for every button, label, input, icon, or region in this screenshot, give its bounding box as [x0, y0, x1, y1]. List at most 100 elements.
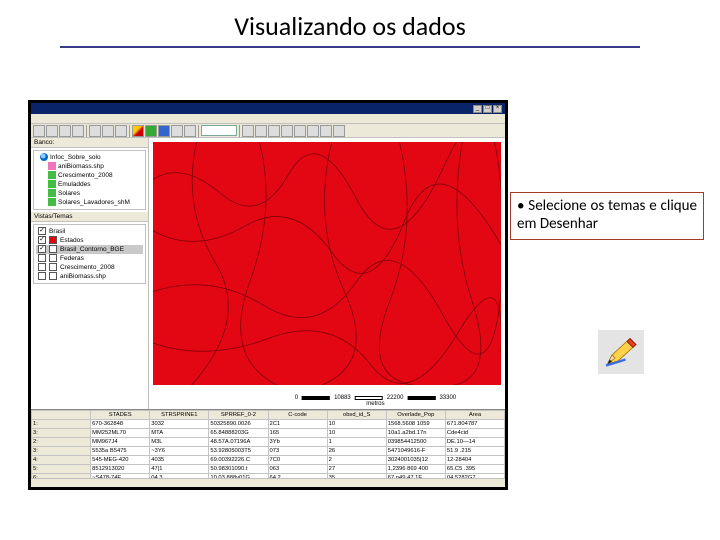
toolbar-icon[interactable]	[145, 125, 157, 137]
toolbar-icon[interactable]	[281, 125, 293, 137]
grid-column-header[interactable]: STRSPRINE1	[150, 411, 209, 420]
grid-column-header[interactable]: STADES	[91, 411, 150, 420]
layer-header[interactable]: ✓ Brasil	[36, 227, 143, 236]
grid-cell: 3032	[150, 420, 209, 429]
table-row[interactable]: 5:851291302047|150.98301090.t063271,2396…	[32, 465, 505, 474]
toolbar-icon[interactable]	[33, 125, 45, 137]
grid-cell: 27	[327, 465, 386, 474]
color-swatch	[49, 263, 57, 271]
grid-cell: 545-MEG-420	[91, 456, 150, 465]
grid-column-header[interactable]: Area	[445, 411, 504, 420]
grid-cell: MTA	[150, 429, 209, 438]
grid-cell: 1,2396 869 400	[386, 465, 445, 474]
tree-item[interactable]: aniBiomass.shp	[36, 162, 143, 171]
draw-icon[interactable]	[132, 125, 144, 137]
toolbar-icon[interactable]	[115, 125, 127, 137]
tree-pane[interactable]: Infoc_Sobre_solo aniBiomass.shp Crescime…	[33, 150, 146, 210]
checkbox[interactable]	[38, 272, 46, 280]
toolbar-field[interactable]	[201, 125, 237, 136]
grid-cell: 47|1	[150, 465, 209, 474]
grid-column-header[interactable]: Overlade_Pop	[386, 411, 445, 420]
table-row[interactable]: 3:5535a B5475~3Y653.92805003T50732654710…	[32, 447, 505, 456]
toolbar-icon[interactable]	[307, 125, 319, 137]
grid-cell: 3Yb	[268, 438, 327, 447]
toolbar-icon[interactable]	[89, 125, 101, 137]
toolbar-icon[interactable]	[320, 125, 332, 137]
layer-row[interactable]: Federas	[36, 254, 143, 263]
checkbox[interactable]: ✓	[38, 245, 46, 253]
minimize-button[interactable]: _	[473, 105, 482, 113]
panel-label-vistas: Vistas/Temas	[31, 212, 148, 222]
menubar[interactable]	[31, 114, 505, 124]
map-pane[interactable]: 0 10883 22200 33300 metros	[149, 138, 505, 409]
toolbar-icon[interactable]	[294, 125, 306, 137]
grid-cell: 10	[327, 429, 386, 438]
table-row[interactable]: 2:MM967J4M3L48.57A.07196A3Yb103985441250…	[32, 438, 505, 447]
grid-cell: 2	[327, 456, 386, 465]
checkbox[interactable]	[38, 254, 46, 262]
toolbar-icon[interactable]	[72, 125, 84, 137]
toolbar-icon[interactable]	[333, 125, 345, 137]
color-swatch	[49, 245, 57, 253]
layer-row[interactable]: aniBiomass.shp	[36, 272, 143, 281]
checkbox[interactable]: ✓	[38, 227, 46, 235]
grid-cell: 5:	[32, 465, 91, 474]
grid-cell: 670-362848	[91, 420, 150, 429]
grid-column-header[interactable]	[32, 411, 91, 420]
layer-row[interactable]: Crescimento_2008	[36, 263, 143, 272]
grid-cell: MM252ML70	[91, 429, 150, 438]
tree-item-label: Solares	[58, 190, 80, 197]
toolbar-icon[interactable]	[255, 125, 267, 137]
tree-item[interactable]: Infoc_Sobre_solo	[36, 153, 143, 162]
upper-area: Banco: Infoc_Sobre_solo aniBiomass.shp C…	[31, 138, 505, 409]
grid-cell: 3024001035|12	[386, 456, 445, 465]
layer-name: aniBiomass.shp	[60, 273, 106, 280]
pencil-icon	[603, 335, 639, 369]
data-grid[interactable]: STADESSTRSPRINE1SPRREF_0-2C-codeobsd_id_…	[31, 410, 505, 483]
layer-row[interactable]: ✓Brasil_Contorno_BGE	[36, 245, 143, 254]
slide-title: Visualizando os dados	[60, 10, 640, 42]
layer-name: Federas	[60, 255, 84, 262]
scalebar: 0 10883 22200 33300 metros	[295, 395, 456, 407]
close-button[interactable]: ×	[493, 105, 502, 113]
layers-pane[interactable]: ✓ Brasil ✓Estados✓Brasil_Contorno_BGEFed…	[33, 224, 146, 284]
grid-cell: 26	[327, 447, 386, 456]
tree-item[interactable]: Crescimento_2008	[36, 171, 143, 180]
toolbar-icon[interactable]	[184, 125, 196, 137]
grid-cell: 1	[327, 438, 386, 447]
toolbar-icon[interactable]	[46, 125, 58, 137]
table-row[interactable]: 3:MM252ML70MTA65.84888203G1651010a1.a2bd…	[32, 429, 505, 438]
maximize-button[interactable]: □	[483, 105, 492, 113]
toolbar-icon[interactable]	[242, 125, 254, 137]
toolbar-icon[interactable]	[158, 125, 170, 137]
table-row[interactable]: 4:545-MEG-420403569.00392226.C7C02302400…	[32, 456, 505, 465]
map-canvas[interactable]	[153, 142, 501, 385]
grid-column-header[interactable]: C-code	[268, 411, 327, 420]
toolbar-icon[interactable]	[171, 125, 183, 137]
grid-cell: 65.C5 .395	[445, 465, 504, 474]
toolbar-icon[interactable]	[59, 125, 71, 137]
scale-tick: 33300	[439, 395, 456, 401]
data-grid-pane[interactable]: STADESSTRSPRINE1SPRREF_0-2C-codeobsd_id_…	[31, 409, 505, 487]
grid-cell: 50.98301090.t	[209, 465, 268, 474]
layer-icon	[48, 180, 56, 188]
tree-item[interactable]: Emuladdes	[36, 180, 143, 189]
map-svg	[153, 142, 501, 385]
table-row[interactable]: 1:670-362848303250325890.00262C1101568.5…	[32, 420, 505, 429]
tree-item[interactable]: Solares	[36, 189, 143, 198]
layer-row[interactable]: ✓Estados	[36, 236, 143, 245]
grid-cell: 7C0	[268, 456, 327, 465]
grid-cell: 165	[268, 429, 327, 438]
tree-item[interactable]: Solares_Lavadores_shM	[36, 198, 143, 207]
layer-name: Crescimento_2008	[60, 264, 115, 271]
color-swatch	[49, 254, 57, 262]
toolbar-icon[interactable]	[268, 125, 280, 137]
toolbar-icon[interactable]	[102, 125, 114, 137]
grid-cell: 8512913020	[91, 465, 150, 474]
grid-column-header[interactable]: obsd_id_S	[327, 411, 386, 420]
checkbox[interactable]	[38, 263, 46, 271]
grid-cell: 2:	[32, 438, 91, 447]
tree-item-label: aniBiomass.shp	[58, 163, 104, 170]
checkbox[interactable]: ✓	[38, 236, 46, 244]
grid-column-header[interactable]: SPRREF_0-2	[209, 411, 268, 420]
